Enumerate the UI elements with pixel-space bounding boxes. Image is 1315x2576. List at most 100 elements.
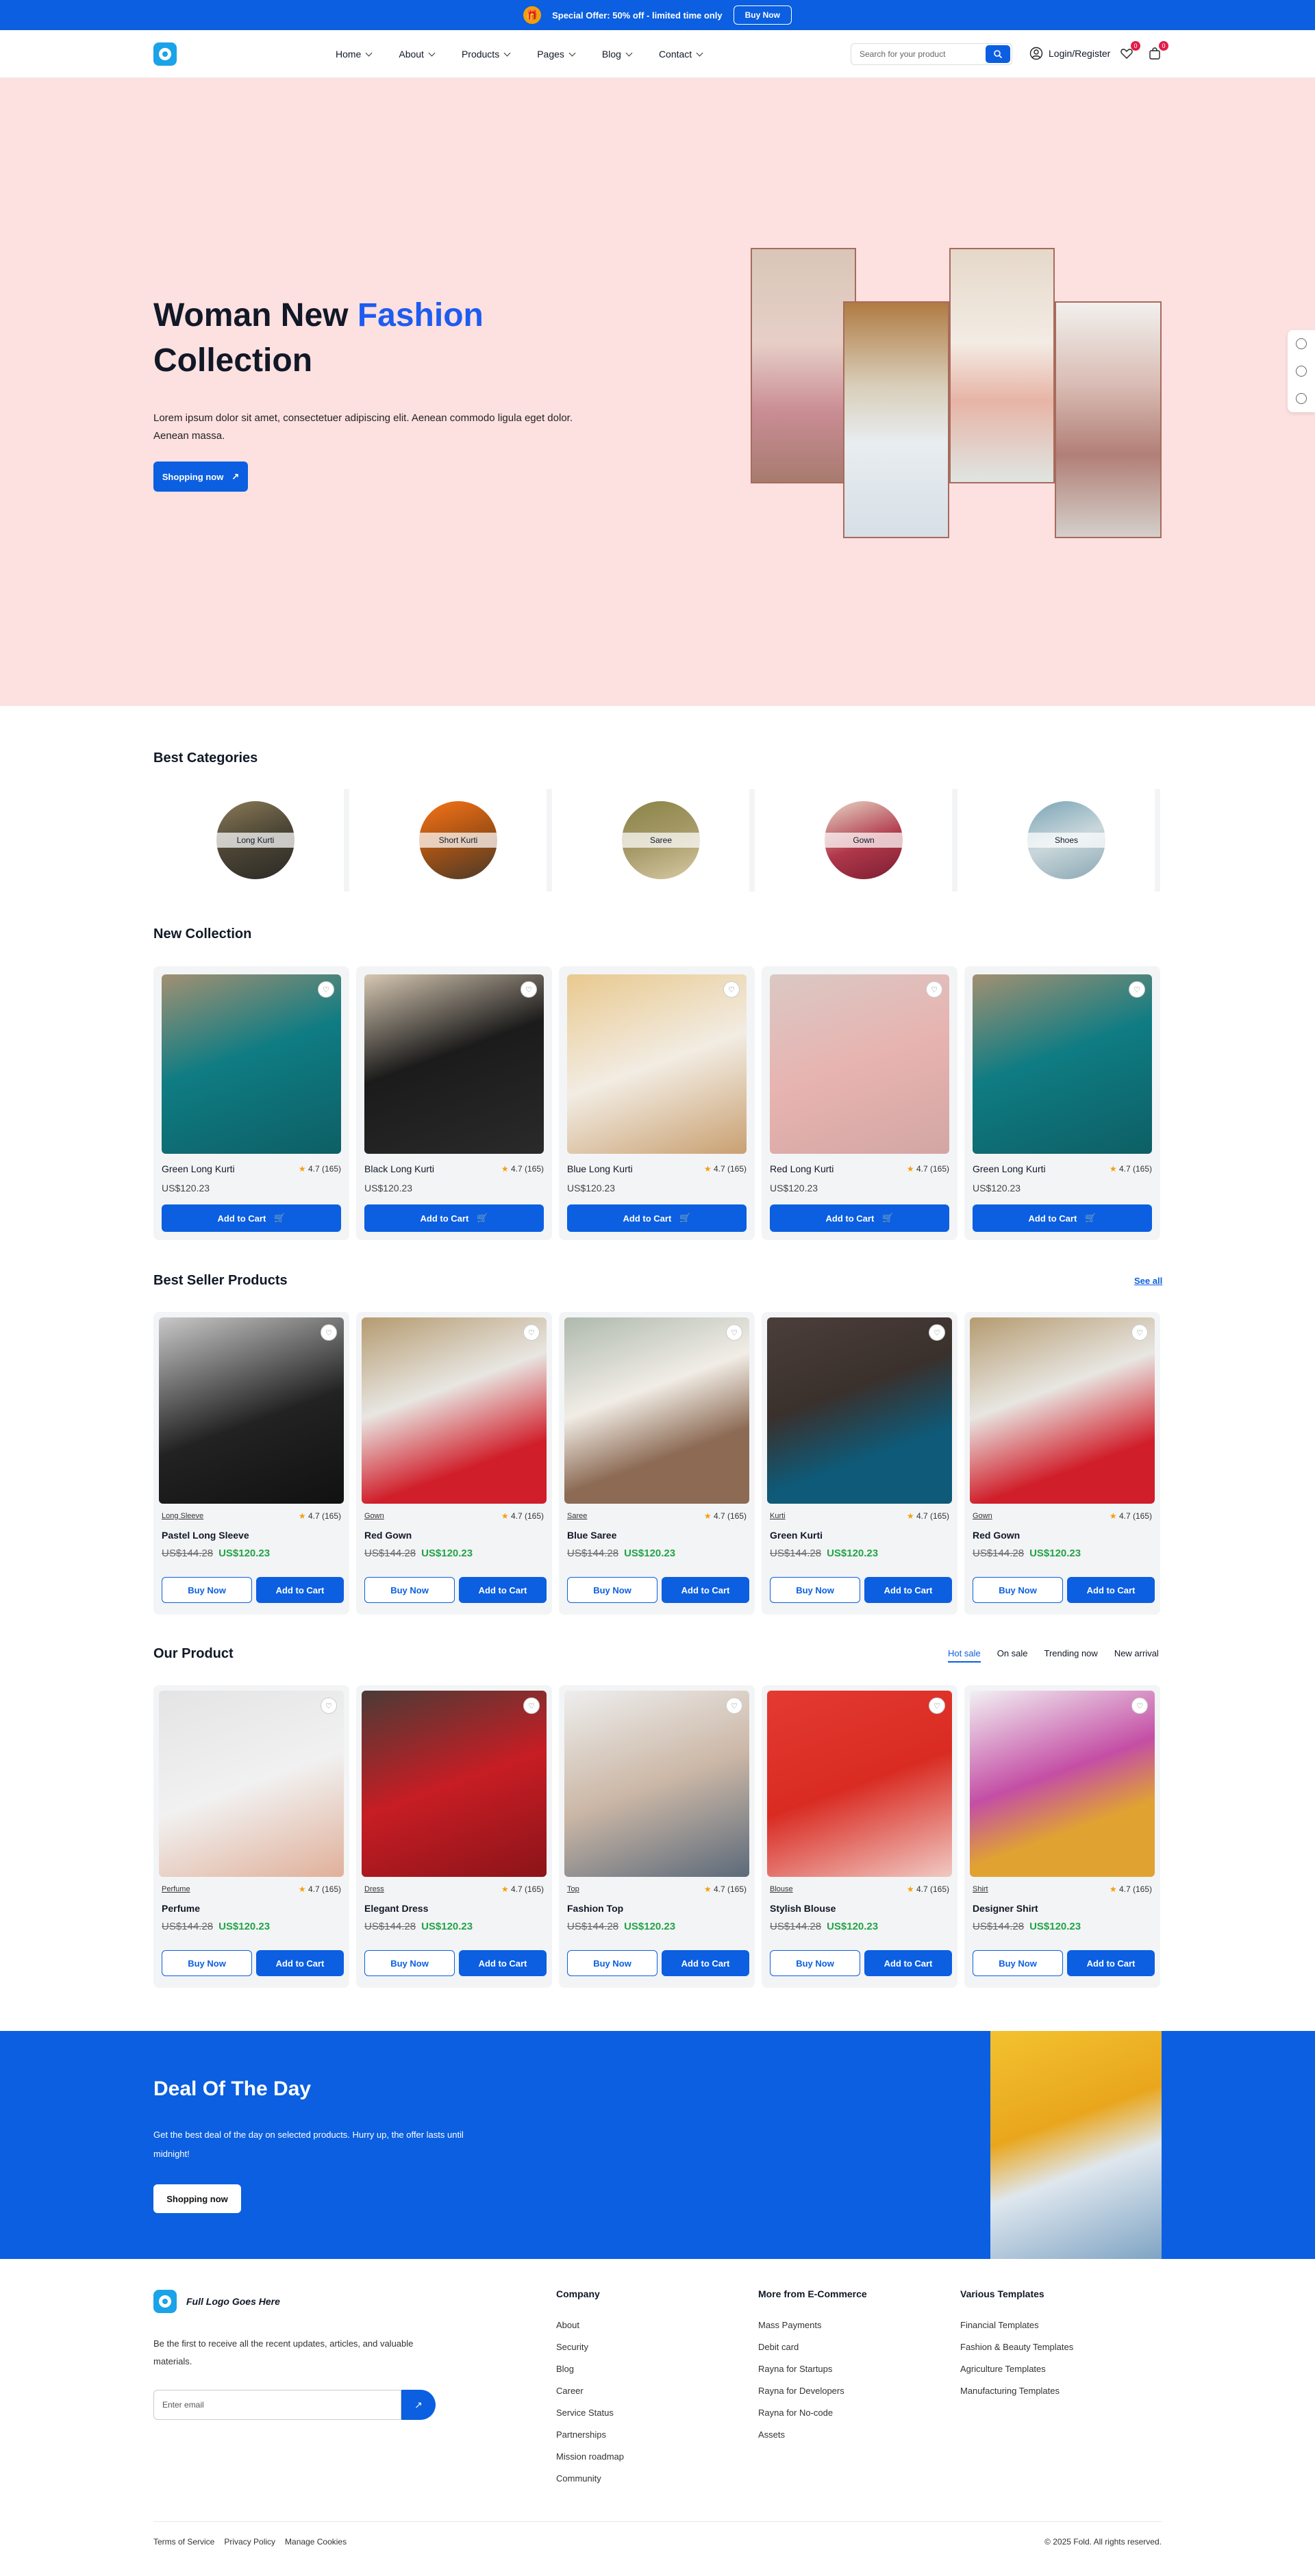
templates-link[interactable]: Agriculture Templates	[960, 2358, 1073, 2380]
product-category-tag[interactable]: Shirt	[973, 1885, 988, 1893]
product-card[interactable]: ♡ Dress ★ 4.7 (165) Elegant Dress US$144.28 U…	[356, 1685, 552, 1988]
privacy-link[interactable]: Privacy Policy	[224, 2537, 275, 2547]
buy-now-button[interactable]: Buy Now	[364, 1950, 455, 1976]
buy-now-button[interactable]: Buy Now	[770, 1950, 860, 1976]
product-category-tag[interactable]: Saree	[567, 1512, 587, 1520]
add-to-cart-button[interactable]: Add to Cart 🛒	[770, 1204, 949, 1232]
company-link[interactable]: Security	[556, 2336, 624, 2358]
buy-now-button[interactable]: Buy Now	[973, 1950, 1063, 1976]
product-card[interactable]: ♡ Perfume ★ 4.7 (165) Perfume US$144.28 US$12…	[153, 1685, 349, 1988]
category-saree[interactable]: Saree	[559, 789, 755, 892]
add-to-cart-button[interactable]: Add to Cart	[1067, 1950, 1155, 1976]
add-to-cart-button[interactable]: Add to Cart	[662, 1950, 749, 1976]
more-link[interactable]: Rayna for No-code	[758, 2402, 867, 2424]
heart-icon[interactable]: ♡	[1129, 981, 1145, 998]
heart-icon[interactable]: ♡	[523, 1324, 540, 1341]
heart-icon[interactable]: ♡	[318, 981, 334, 998]
templates-link[interactable]: Fashion & Beauty Templates	[960, 2336, 1073, 2358]
templates-link[interactable]: Manufacturing Templates	[960, 2380, 1073, 2402]
add-to-cart-button[interactable]: Add to Cart	[459, 1577, 547, 1603]
product-category-tag[interactable]: Long Sleeve	[162, 1512, 203, 1520]
category-shoes[interactable]: Shoes	[964, 789, 1160, 892]
add-to-cart-button[interactable]: Add to Cart 🛒	[162, 1204, 341, 1232]
add-to-cart-button[interactable]: Add to Cart	[459, 1950, 547, 1976]
product-card[interactable]: ♡ Black Long Kurti ★ 4.7 (165) US$120.23 Add…	[356, 966, 552, 1240]
heart-icon[interactable]: ♡	[726, 1697, 742, 1714]
more-link[interactable]: Assets	[758, 2424, 867, 2446]
product-category-tag[interactable]: Blouse	[770, 1885, 793, 1893]
heart-icon[interactable]: ♡	[321, 1697, 337, 1714]
product-category-tag[interactable]: Dress	[364, 1885, 384, 1893]
product-category-tag[interactable]: Perfume	[162, 1885, 190, 1893]
company-link[interactable]: Mission roadmap	[556, 2446, 624, 2468]
product-category-tag[interactable]: Kurti	[770, 1512, 786, 1520]
add-to-cart-button[interactable]: Add to Cart	[256, 1577, 344, 1603]
tab-hot-sale[interactable]: Hot sale	[948, 1648, 981, 1663]
templates-link[interactable]: Financial Templates	[960, 2314, 1073, 2336]
add-to-cart-button[interactable]: Add to Cart	[256, 1950, 344, 1976]
add-to-cart-button[interactable]: Add to Cart 🛒	[567, 1204, 747, 1232]
terms-link[interactable]: Terms of Service	[153, 2537, 214, 2547]
add-to-cart-button[interactable]: Add to Cart	[864, 1950, 952, 1976]
product-card[interactable]: ♡ Green Long Kurti ★ 4.7 (165) US$120.23 Add…	[153, 966, 349, 1240]
tab-on-sale[interactable]: On sale	[997, 1648, 1028, 1663]
heart-icon[interactable]: ♡	[723, 981, 740, 998]
buy-now-button[interactable]: Buy Now	[973, 1577, 1063, 1603]
category-long-kurti[interactable]: Long Kurti	[153, 789, 349, 892]
product-card[interactable]: ♡ Red Long Kurti ★ 4.7 (165) US$120.23 Add t…	[762, 966, 957, 1240]
add-to-cart-button[interactable]: Add to Cart	[864, 1577, 952, 1603]
heart-icon[interactable]: ♡	[926, 981, 942, 998]
subscribe-button[interactable]: ↗	[401, 2390, 436, 2420]
product-card[interactable]: ♡ Saree ★ 4.7 (165) Blue Saree US$144.28 US$1…	[559, 1312, 755, 1615]
tab-new-arrival[interactable]: New arrival	[1114, 1648, 1159, 1663]
buy-now-button[interactable]: Buy Now	[162, 1950, 252, 1976]
product-card[interactable]: ♡ Blue Long Kurti ★ 4.7 (165) US$120.23 Add …	[559, 966, 755, 1240]
product-card[interactable]: ♡ Gown ★ 4.7 (165) Red Gown US$144.28 US$120.…	[356, 1312, 552, 1615]
buy-now-button[interactable]: Buy Now	[567, 1577, 658, 1603]
heart-icon[interactable]: ♡	[321, 1324, 337, 1341]
buy-now-button[interactable]: Buy Now	[162, 1577, 252, 1603]
deal-shop-button[interactable]: Shopping now	[153, 2184, 241, 2213]
product-category-tag[interactable]: Top	[567, 1885, 579, 1893]
product-card[interactable]: ♡ Shirt ★ 4.7 (165) Designer Shirt US$144.28…	[964, 1685, 1160, 1988]
buy-now-button[interactable]: Buy Now	[567, 1950, 658, 1976]
add-to-cart-button[interactable]: Add to Cart	[662, 1577, 749, 1603]
product-card[interactable]: ♡ Long Sleeve ★ 4.7 (165) Pastel Long Sleev…	[153, 1312, 349, 1615]
company-link[interactable]: Partnerships	[556, 2424, 624, 2446]
add-to-cart-button[interactable]: Add to Cart	[1067, 1577, 1155, 1603]
company-link[interactable]: Service Status	[556, 2402, 624, 2424]
see-all-link[interactable]: See all	[1134, 1276, 1162, 1286]
product-card[interactable]: ♡ Kurti ★ 4.7 (165) Green Kurti US$144.28 US$…	[762, 1312, 957, 1615]
category-short-kurti[interactable]: Short Kurti	[356, 789, 552, 892]
email-input[interactable]: Enter email	[153, 2390, 401, 2420]
product-card[interactable]: ♡ Top ★ 4.7 (165) Fashion Top US$144.28 US$12…	[559, 1685, 755, 1988]
product-card[interactable]: ♡ Green Long Kurti ★ 4.7 (165) US$120.23 Add…	[964, 966, 1160, 1240]
buy-now-button[interactable]: Buy Now	[364, 1577, 455, 1603]
heart-icon[interactable]: ♡	[929, 1697, 945, 1714]
product-card[interactable]: ♡ Gown ★ 4.7 (165) Red Gown US$144.28 US$120.…	[964, 1312, 1160, 1615]
more-link[interactable]: Mass Payments	[758, 2314, 867, 2336]
add-to-cart-button[interactable]: Add to Cart 🛒	[364, 1204, 544, 1232]
footer-logo[interactable]: Full Logo Goes Here	[153, 2290, 280, 2313]
company-link[interactable]: About	[556, 2314, 624, 2336]
heart-icon[interactable]: ♡	[521, 981, 537, 998]
more-link[interactable]: Rayna for Developers	[758, 2380, 867, 2402]
buy-now-button[interactable]: Buy Now	[770, 1577, 860, 1603]
heart-icon[interactable]: ♡	[929, 1324, 945, 1341]
heart-icon[interactable]: ♡	[1131, 1697, 1148, 1714]
tab-trending-now[interactable]: Trending now	[1044, 1648, 1098, 1663]
category-gown[interactable]: Gown	[762, 789, 957, 892]
more-link[interactable]: Rayna for Startups	[758, 2358, 867, 2380]
cookies-link[interactable]: Manage Cookies	[285, 2537, 347, 2547]
heart-icon[interactable]: ♡	[523, 1697, 540, 1714]
company-link[interactable]: Career	[556, 2380, 624, 2402]
company-link[interactable]: Blog	[556, 2358, 624, 2380]
heart-icon[interactable]: ♡	[726, 1324, 742, 1341]
more-link[interactable]: Debit card	[758, 2336, 867, 2358]
add-to-cart-button[interactable]: Add to Cart 🛒	[973, 1204, 1152, 1232]
company-link[interactable]: Community	[556, 2468, 624, 2490]
heart-icon[interactable]: ♡	[1131, 1324, 1148, 1341]
product-category-tag[interactable]: Gown	[364, 1512, 384, 1520]
product-category-tag[interactable]: Gown	[973, 1512, 992, 1520]
product-card[interactable]: ♡ Blouse ★ 4.7 (165) Stylish Blouse US$144.2…	[762, 1685, 957, 1988]
